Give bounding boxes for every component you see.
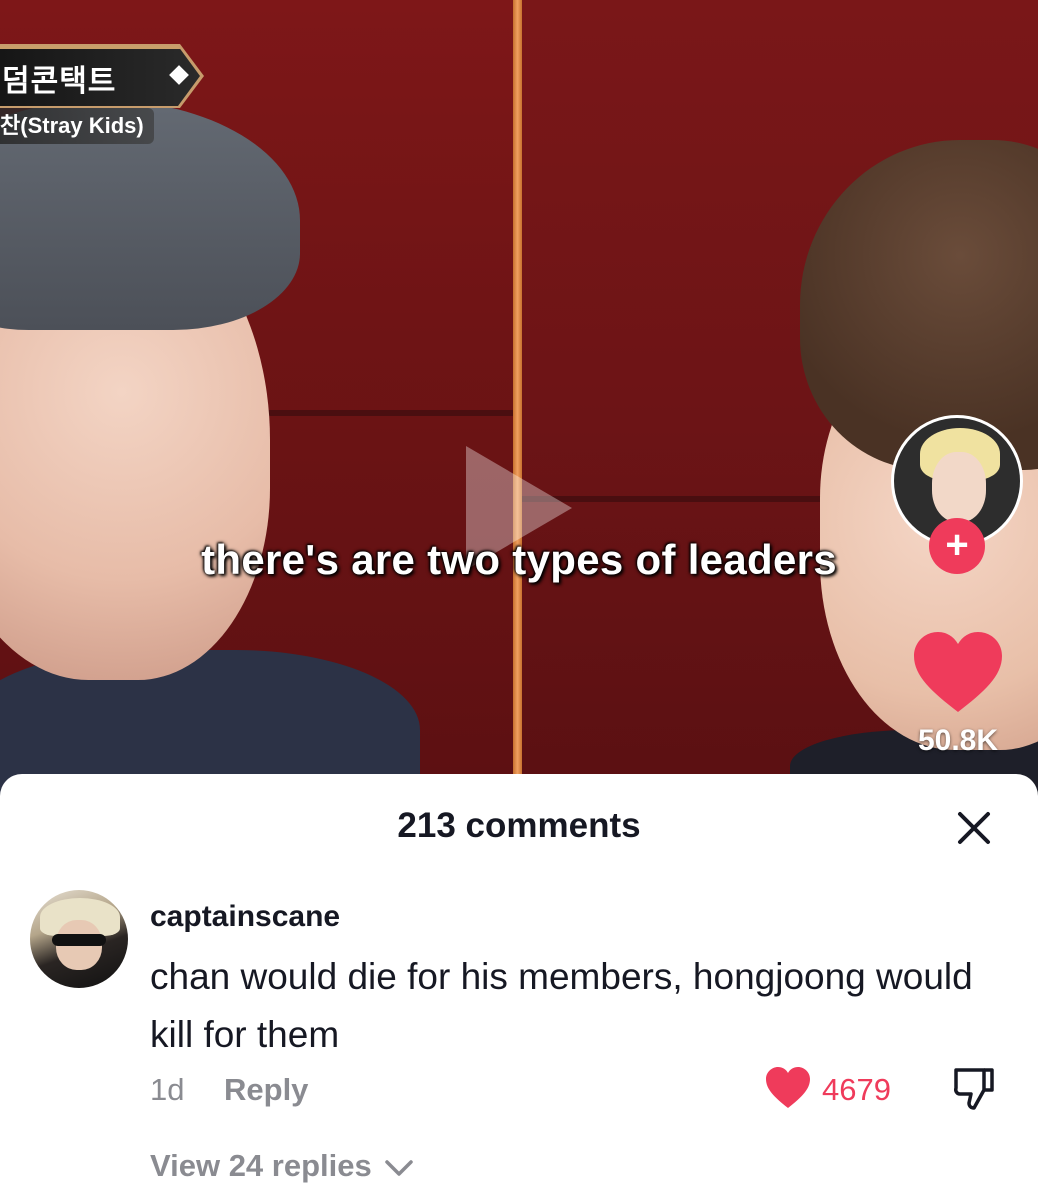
comment-username[interactable]: captainscane: [150, 900, 340, 934]
commenter-avatar[interactable]: [30, 890, 128, 988]
video-like-count: 50.8K: [917, 724, 999, 757]
sunglasses-icon: [52, 934, 106, 946]
heart-icon[interactable]: [764, 1066, 812, 1110]
wall-seam: [230, 410, 514, 416]
comment-like-count: 4679: [822, 1072, 891, 1107]
video-player[interactable]: 덤콘택트 찬(Stray Kids) there's are two types…: [0, 0, 1038, 800]
heart-icon[interactable]: [912, 630, 1004, 714]
avatar-face: [932, 452, 986, 522]
video-caption: there's are two types of leaders: [201, 536, 837, 583]
show-title: 덤콘택트: [2, 65, 117, 98]
split-divider: [513, 0, 522, 800]
dislike-icon[interactable]: [950, 1064, 998, 1112]
follow-button[interactable]: +: [929, 518, 985, 574]
comment-timestamp: 1d: [150, 1072, 185, 1107]
close-icon[interactable]: [954, 808, 994, 848]
reply-button[interactable]: Reply: [224, 1072, 308, 1108]
comments-sheet: 213 comments captainscane chan would die…: [0, 774, 1038, 1200]
view-replies-label: View 24 replies: [150, 1148, 372, 1183]
view-replies-button[interactable]: View 24 replies: [150, 1148, 414, 1184]
show-subtitle: 찬(Stray Kids): [0, 108, 154, 144]
chevron-down-icon: [385, 1160, 414, 1176]
comments-count-title: 213 comments: [397, 806, 641, 845]
comment-text: chan would die for his members, hongjoon…: [150, 956, 973, 1055]
